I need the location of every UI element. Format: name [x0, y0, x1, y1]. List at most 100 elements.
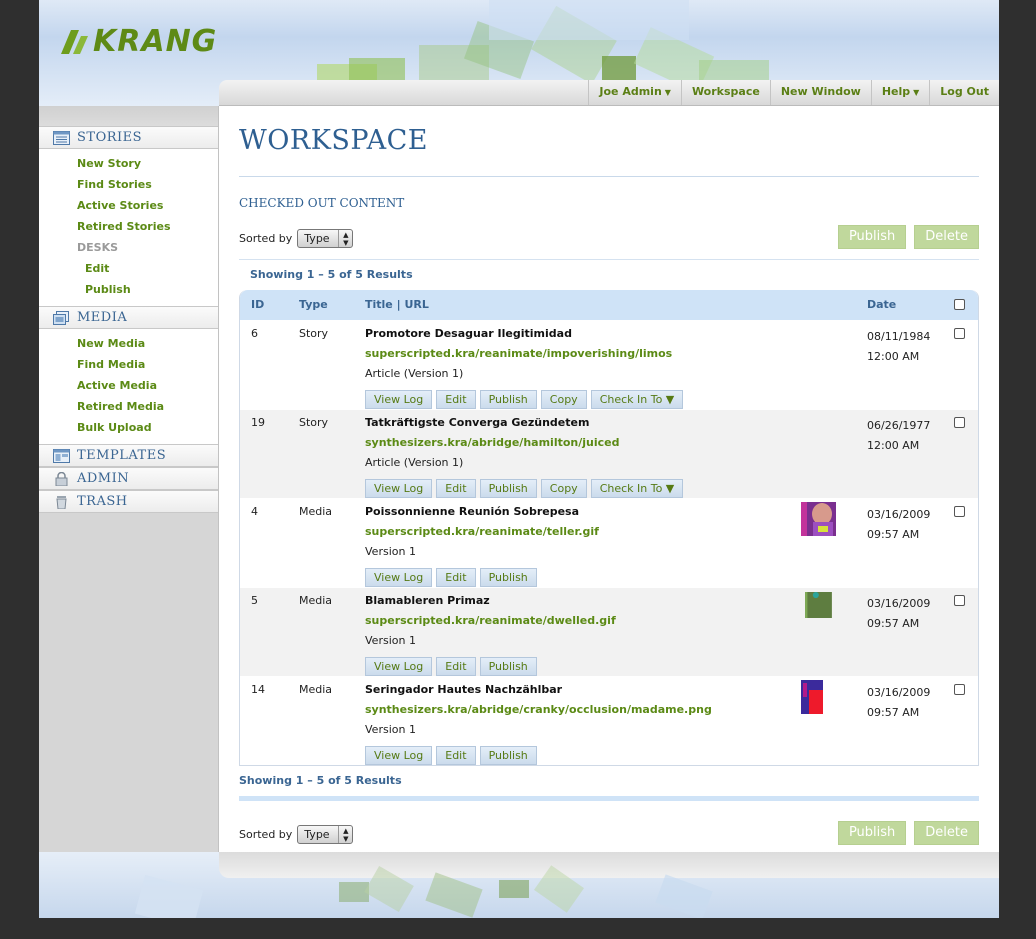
- media-nav-list: New Media Find Media Active Media Retire…: [39, 329, 218, 444]
- workspace-link[interactable]: Workspace: [680, 80, 770, 105]
- sidebar-item-find-stories[interactable]: Find Stories: [39, 174, 218, 195]
- row-checkbox[interactable]: [954, 506, 965, 517]
- row-date-day: 03/16/2009: [867, 686, 931, 699]
- sidebar-item-new-media[interactable]: New Media: [39, 333, 218, 354]
- sidebar-item-retired-stories[interactable]: Retired Stories: [39, 216, 218, 237]
- check-in-to-button[interactable]: Check In To ▼: [590, 390, 684, 409]
- sidebar-section-stories[interactable]: STORIES: [39, 126, 218, 149]
- admin-label: ADMIN: [77, 470, 130, 486]
- sidebar: STORIES New Story Find Stories Active St…: [39, 106, 219, 852]
- row-publish-button[interactable]: Publish: [479, 568, 537, 587]
- check-in-to-button[interactable]: Check In To ▼: [590, 479, 684, 498]
- sidebar-item-bulk-upload[interactable]: Bulk Upload: [39, 417, 218, 438]
- sort-select[interactable]: Type ▲ ▼: [297, 229, 354, 248]
- row-checkbox[interactable]: [954, 328, 965, 339]
- sidebar-item-desk-edit[interactable]: Edit: [39, 258, 218, 279]
- column-header-type[interactable]: Type: [299, 290, 328, 320]
- delete-button[interactable]: Delete: [914, 821, 979, 845]
- view-log-button[interactable]: View Log: [365, 657, 433, 676]
- sidebar-section-media[interactable]: MEDIA: [39, 306, 218, 329]
- row-title-block: Poissonnienne Reunión Sobrepesa superscr…: [365, 505, 599, 587]
- view-log-button[interactable]: View Log: [365, 746, 433, 765]
- media-thumbnail[interactable]: [801, 502, 836, 536]
- media-thumbnail[interactable]: [801, 680, 823, 714]
- copy-button[interactable]: Copy: [540, 390, 587, 409]
- edit-button[interactable]: Edit: [436, 390, 476, 409]
- row-url[interactable]: superscripted.kra/reanimate/dwelled.gif: [365, 614, 616, 634]
- row-checkbox[interactable]: [954, 684, 965, 695]
- column-header-id[interactable]: ID: [251, 290, 264, 320]
- edit-button[interactable]: Edit: [436, 479, 476, 498]
- column-header-title[interactable]: Title | URL: [365, 290, 429, 320]
- sidebar-section-templates[interactable]: TEMPLATES: [39, 444, 218, 467]
- lock-icon: [55, 471, 68, 486]
- top-nav: Joe Admin ▼ Workspace New Window Help ▼ Lo…: [588, 80, 999, 105]
- row-publish-button[interactable]: Publish: [479, 657, 537, 676]
- row-date-day: 03/16/2009: [867, 508, 931, 521]
- view-log-button[interactable]: View Log: [365, 390, 433, 409]
- edit-button[interactable]: Edit: [436, 657, 476, 676]
- row-title-block: Tatkräftigste Converga Gezündetem synthe…: [365, 416, 684, 498]
- delete-button[interactable]: Delete: [914, 225, 979, 249]
- row-date: 03/16/2009 09:57 AM: [867, 683, 930, 723]
- sidebar-item-find-media[interactable]: Find Media: [39, 354, 218, 375]
- row-type: Story: [299, 327, 329, 340]
- media-thumbnail[interactable]: [801, 592, 836, 618]
- main-content: WORKSPACE CHECKED OUT CONTENT Sorted by …: [239, 106, 979, 845]
- row-url[interactable]: superscripted.kra/reanimate/teller.gif: [365, 525, 599, 545]
- select-all-checkbox[interactable]: [954, 299, 965, 310]
- logout-link[interactable]: Log Out: [929, 80, 999, 105]
- row-type: Media: [299, 683, 333, 696]
- app-frame: KRANG Joe Admin ▼ Workspace New Window He…: [39, 0, 999, 918]
- user-menu-label: Joe Admin: [599, 85, 662, 98]
- workspace-link-label: Workspace: [691, 85, 760, 98]
- row-title: Blamableren Primaz: [365, 594, 490, 607]
- row-actions: View Log Edit Publish Copy Check In To ▼: [365, 479, 684, 498]
- publish-button[interactable]: Publish: [837, 225, 907, 249]
- krang-logo[interactable]: KRANG: [59, 24, 217, 59]
- row-title-block: Promotore Desaguar Ilegitimidad superscr…: [365, 327, 684, 409]
- row-checkbox[interactable]: [954, 595, 965, 606]
- sidebar-item-new-story[interactable]: New Story: [39, 153, 218, 174]
- results-count: Showing 1 – 5 of 5 Results: [250, 268, 413, 281]
- sidebar-item-active-stories[interactable]: Active Stories: [39, 195, 218, 216]
- templates-icon: [53, 448, 70, 463]
- copy-button[interactable]: Copy: [540, 479, 587, 498]
- sorted-by: Sorted by Type ▲ ▼: [239, 229, 354, 248]
- user-menu[interactable]: Joe Admin ▼: [588, 80, 681, 105]
- sidebar-section-admin[interactable]: ADMIN: [39, 467, 218, 490]
- sidebar-item-desk-publish[interactable]: Publish: [39, 279, 218, 300]
- edit-button[interactable]: Edit: [436, 746, 476, 765]
- help-menu[interactable]: Help ▼: [870, 80, 929, 105]
- media-label: MEDIA: [77, 309, 128, 325]
- sort-select[interactable]: Type ▲ ▼: [297, 825, 354, 844]
- sorted-by: Sorted by Type ▲ ▼: [239, 825, 354, 844]
- row-url[interactable]: superscripted.kra/reanimate/impoverishin…: [365, 347, 683, 367]
- row-publish-button[interactable]: Publish: [479, 479, 537, 498]
- section-subtitle: CHECKED OUT CONTENT: [239, 196, 405, 210]
- row-id: 14: [251, 683, 265, 696]
- row-publish-button[interactable]: Publish: [479, 390, 537, 409]
- top-bar: Joe Admin ▼ Workspace New Window Help ▼ Lo…: [219, 80, 999, 106]
- new-window-link[interactable]: New Window: [769, 80, 871, 105]
- sorted-by-label: Sorted by: [239, 232, 293, 245]
- view-log-button[interactable]: View Log: [365, 568, 433, 587]
- logo-mark-icon: [61, 29, 88, 54]
- footer: [39, 852, 999, 918]
- row-publish-button[interactable]: Publish: [479, 746, 537, 765]
- select-arrows-icon: ▲ ▼: [338, 826, 352, 843]
- row-url[interactable]: synthesizers.kra/abridge/cranky/occlusio…: [365, 703, 712, 723]
- row-url[interactable]: synthesizers.kra/abridge/hamilton/juiced: [365, 436, 683, 456]
- publish-button[interactable]: Publish: [837, 821, 907, 845]
- view-log-button[interactable]: View Log: [365, 479, 433, 498]
- sidebar-section-trash[interactable]: TRASH: [39, 490, 218, 513]
- stories-nav-list: New Story Find Stories Active Stories Re…: [39, 149, 218, 306]
- row-version: Version 1: [365, 634, 416, 647]
- row-date-time: 09:57 AM: [867, 617, 920, 630]
- row-checkbox[interactable]: [954, 417, 965, 428]
- column-header-date[interactable]: Date: [867, 290, 896, 320]
- edit-button[interactable]: Edit: [436, 568, 476, 587]
- sidebar-item-retired-media[interactable]: Retired Media: [39, 396, 218, 417]
- stories-label: STORIES: [77, 129, 143, 145]
- sidebar-item-active-media[interactable]: Active Media: [39, 375, 218, 396]
